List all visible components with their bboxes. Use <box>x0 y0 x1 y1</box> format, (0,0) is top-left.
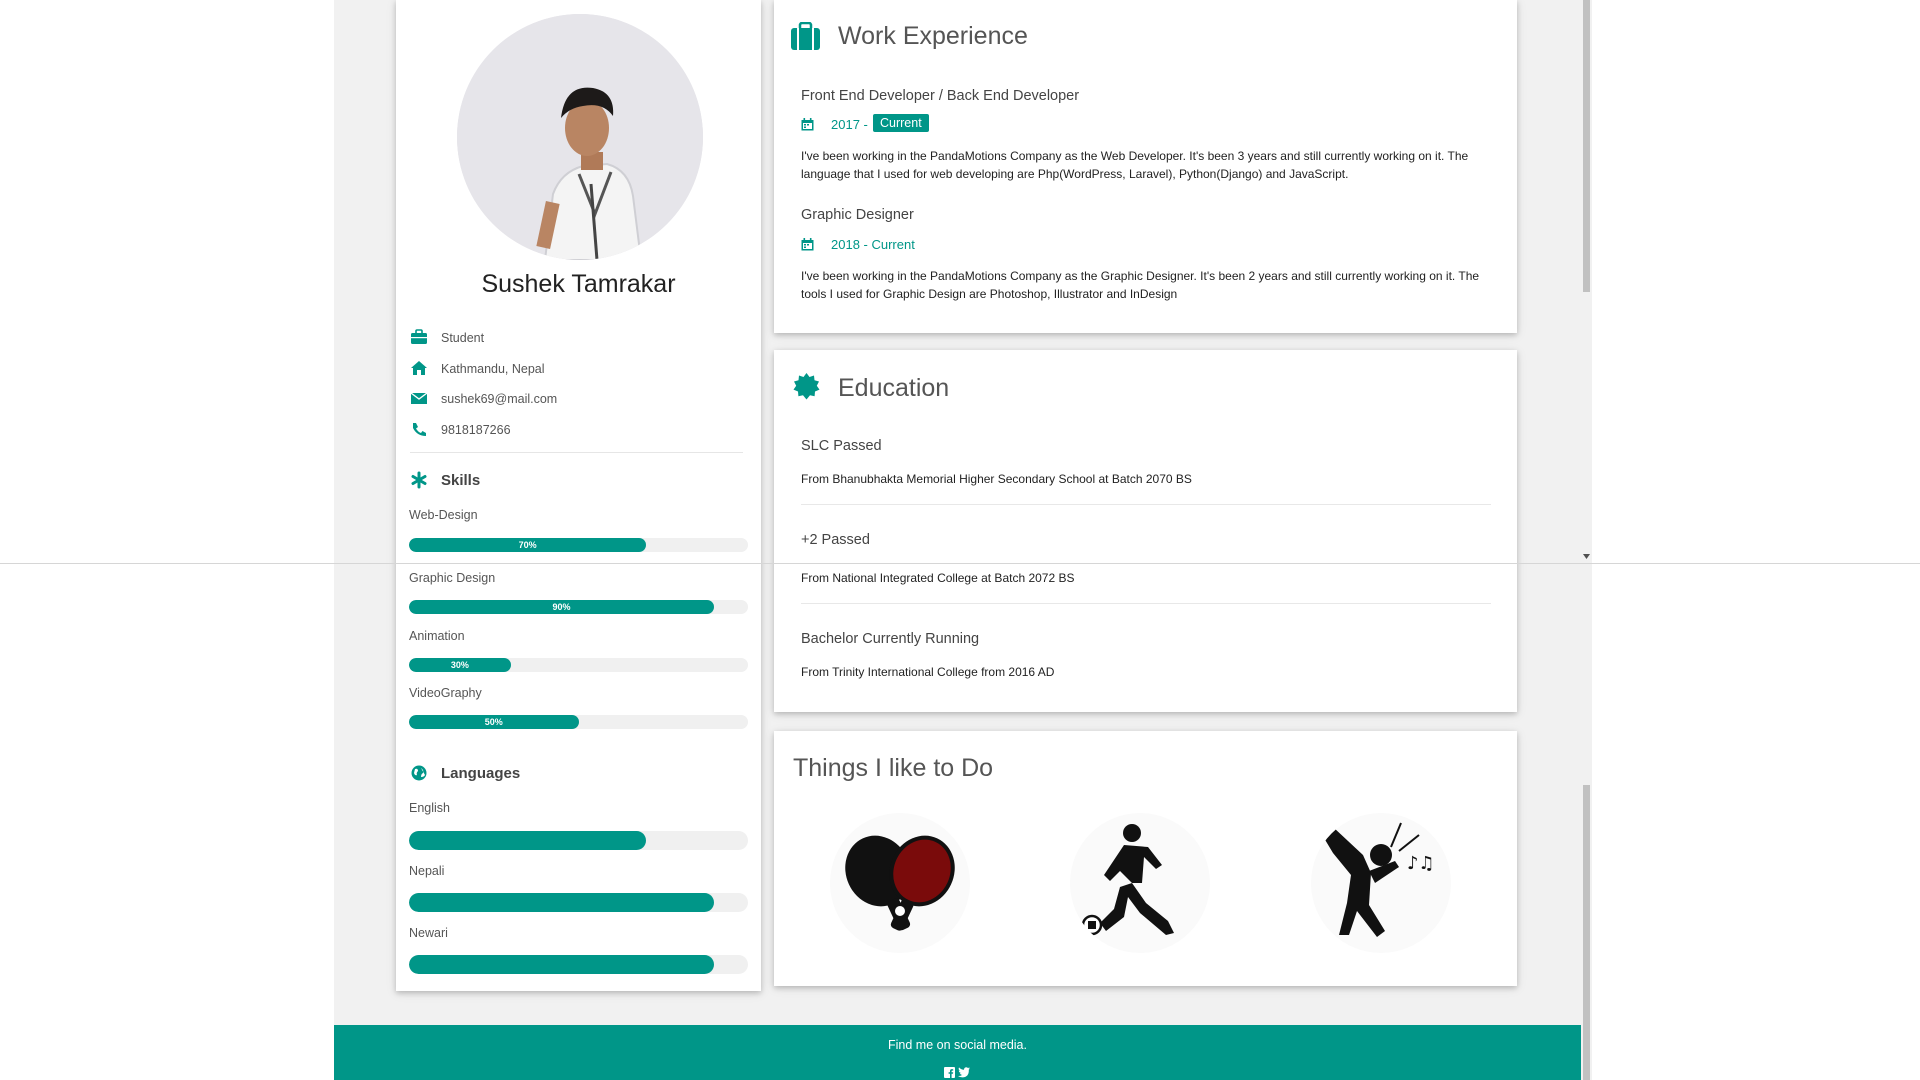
skill-bar-fill: 30% <box>409 658 511 672</box>
language-bar-fill <box>409 893 715 912</box>
job-title: Graphic Designer <box>801 207 914 223</box>
work-experience-card: Work Experience Front End Developer / Ba… <box>774 0 1517 333</box>
skill-label: VideoGraphy <box>409 686 482 700</box>
language-bar-fill <box>409 831 647 850</box>
education-item-title: SLC Passed <box>801 438 882 454</box>
language-bar-track <box>409 955 748 974</box>
language-bar-track <box>409 831 748 850</box>
scroll-down-arrow-icon[interactable] <box>1583 554 1590 559</box>
phone-text: 9818187266 <box>441 423 511 437</box>
calendar-icon <box>801 118 814 131</box>
skill-bar-track: 90% <box>409 600 748 614</box>
skill-label: Animation <box>409 629 465 643</box>
football-icon <box>1070 813 1210 953</box>
profile-name: Sushek Tamrakar <box>481 270 676 298</box>
location-text: Kathmandu, Nepal <box>441 362 545 376</box>
skill-bar-fill: 90% <box>409 600 715 614</box>
current-badge: Current <box>873 114 929 132</box>
email-text: sushek69@mail.com <box>441 392 558 406</box>
job-date: 2017 - <box>831 117 868 132</box>
education-title: Education <box>838 374 950 402</box>
education-item-description: From National Integrated College at Batc… <box>801 571 1075 585</box>
skill-percent-text: 50% <box>484 717 503 727</box>
hobbies-title: Things I like to Do <box>793 754 994 782</box>
home-icon <box>411 361 427 375</box>
skill-percent-text: 70% <box>518 540 537 550</box>
skill-percent-text: 30% <box>450 660 469 670</box>
occupation-text: Student <box>441 331 485 345</box>
job-title: Front End Developer / Back End Developer <box>801 88 1080 104</box>
skill-bar-fill: 70% <box>409 538 647 552</box>
footer: Find me on social media. <box>334 1025 1581 1080</box>
phone-icon <box>413 423 426 436</box>
divider <box>410 452 743 453</box>
svg-text:♪♫: ♪♫ <box>1407 853 1435 874</box>
language-label: English <box>409 801 450 815</box>
scrollbar-thumb[interactable] <box>1583 785 1590 1080</box>
skill-bar-track: 70% <box>409 538 748 552</box>
globe-icon <box>411 765 427 781</box>
skill-label: Graphic Design <box>409 571 496 585</box>
avatar-photo <box>457 14 703 260</box>
education-item-description: From Trinity International College from … <box>801 665 1055 679</box>
skill-bar-track: 50% <box>409 715 748 729</box>
scrollbar[interactable] <box>1581 0 1592 1080</box>
certificate-icon <box>793 373 820 400</box>
divider <box>0 563 1920 564</box>
education-item-description: From Bhanubhakta Memorial Higher Seconda… <box>801 472 1192 486</box>
job-description: I've been working in the PandaMotions Co… <box>801 149 1469 181</box>
page-background: Sushek Tamrakar Student Kathmandu, Nepal… <box>334 0 1592 1080</box>
table-tennis-icon <box>830 813 970 953</box>
briefcase-icon <box>411 329 427 344</box>
skill-label: Web-Design <box>409 508 478 522</box>
education-card: Education SLC Passed From Bhanubhakta Me… <box>774 350 1517 712</box>
hobbies-card: Things I like to Do ♪♫ <box>774 731 1517 986</box>
divider <box>801 504 1491 505</box>
language-label: Nepali <box>409 864 445 878</box>
work-experience-title: Work Experience <box>838 22 1028 50</box>
language-bar-fill <box>409 955 715 974</box>
envelope-icon <box>410 392 428 404</box>
twitter-icon[interactable] <box>958 1067 970 1078</box>
footer-text: Find me on social media. <box>888 1038 1027 1052</box>
scrollbar-thumb[interactable] <box>1583 0 1590 292</box>
skill-bar-fill: 50% <box>409 715 579 729</box>
job-date: 2018 - Current <box>831 237 915 252</box>
education-item-title: +2 Passed <box>801 532 870 548</box>
singing-icon: ♪♫ <box>1311 813 1451 953</box>
skill-bar-track: 30% <box>409 658 748 672</box>
facebook-icon[interactable] <box>944 1067 955 1078</box>
calendar-icon <box>801 238 814 251</box>
social-links <box>944 1067 974 1079</box>
language-label: Newari <box>409 926 448 940</box>
briefcase-icon <box>791 22 820 50</box>
skill-percent-text: 90% <box>552 602 571 612</box>
education-item-title: Bachelor Currently Running <box>801 631 980 647</box>
skills-heading-text: Skills <box>441 472 481 489</box>
profile-card: Sushek Tamrakar Student Kathmandu, Nepal… <box>396 0 761 991</box>
job-description: I've been working in the PandaMotions Co… <box>801 269 1480 301</box>
avatar <box>457 14 703 260</box>
divider <box>801 603 1491 604</box>
asterisk-icon <box>411 471 427 489</box>
language-bar-track <box>409 893 748 912</box>
languages-heading-text: Languages <box>441 765 521 782</box>
